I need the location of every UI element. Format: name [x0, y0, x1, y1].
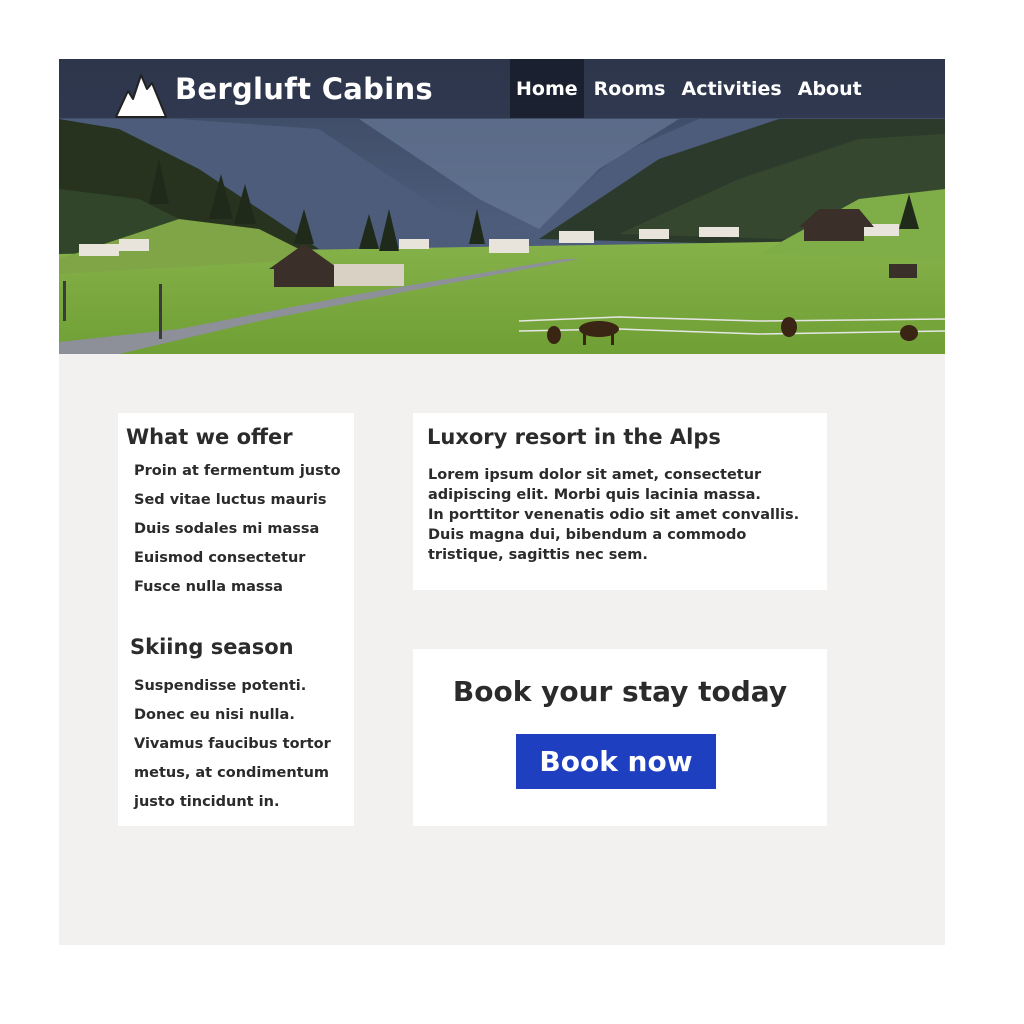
page-container: Bergluft Cabins Home Rooms Activities Ab…: [59, 59, 945, 945]
site-title[interactable]: Bergluft Cabins: [175, 72, 433, 106]
mountain-peaks-icon[interactable]: [115, 71, 167, 118]
resort-card: Luxory resort in the Alps Lorem ipsum do…: [413, 413, 827, 590]
offer-item: Fusce nulla massa: [134, 579, 283, 595]
main-nav: Home Rooms Activities About: [510, 59, 868, 118]
booking-card: Book your stay today Book now: [413, 649, 827, 826]
offer-list: Proin at fermentum justo Sed vitae luctu…: [134, 457, 341, 602]
offer-title: What we offer: [126, 425, 293, 449]
nav-about[interactable]: About: [792, 59, 868, 118]
hero-banner: Bergluft Cabins Home Rooms Activities Ab…: [59, 59, 945, 354]
skiing-title: Skiing season: [130, 635, 294, 659]
offer-item: Proin at fermentum justo: [134, 463, 341, 479]
skiing-list: Suspendisse potenti. Donec eu nisi nulla…: [134, 672, 331, 817]
skiing-item: Vivamus faucibus tortor: [134, 736, 331, 752]
skiing-item: metus, at condimentum: [134, 765, 330, 781]
resort-title: Luxory resort in the Alps: [427, 425, 721, 449]
nav-rooms[interactable]: Rooms: [588, 59, 672, 118]
book-now-button[interactable]: Book now: [516, 734, 716, 789]
nav-home[interactable]: Home: [510, 59, 584, 118]
nav-activities[interactable]: Activities: [675, 59, 787, 118]
resort-line: adipiscing elit. Morbi quis lacinia mass…: [428, 487, 761, 503]
offer-item: Euismod consectetur: [134, 550, 306, 566]
offer-item: Duis sodales mi massa: [134, 521, 320, 537]
skiing-item: Donec eu nisi nulla.: [134, 707, 295, 723]
booking-heading: Book your stay today: [452, 675, 788, 708]
resort-description: Lorem ipsum dolor sit amet, consectetur …: [428, 465, 823, 565]
resort-line: In porttitor venenatis odio sit amet con…: [428, 507, 800, 523]
resort-line: Duis magna dui, bibendum a commodo: [428, 527, 747, 543]
offer-item: Sed vitae luctus mauris: [134, 492, 327, 508]
resort-line: Lorem ipsum dolor sit amet, consectetur: [428, 467, 762, 483]
skiing-item: justo tincidunt in.: [134, 794, 280, 810]
resort-line: tristique, sagittis nec sem.: [428, 547, 648, 563]
header-bar: Bergluft Cabins Home Rooms Activities Ab…: [59, 59, 945, 118]
skiing-item: Suspendisse potenti.: [134, 678, 307, 694]
features-card: What we offer Proin at fermentum justo S…: [118, 413, 354, 826]
